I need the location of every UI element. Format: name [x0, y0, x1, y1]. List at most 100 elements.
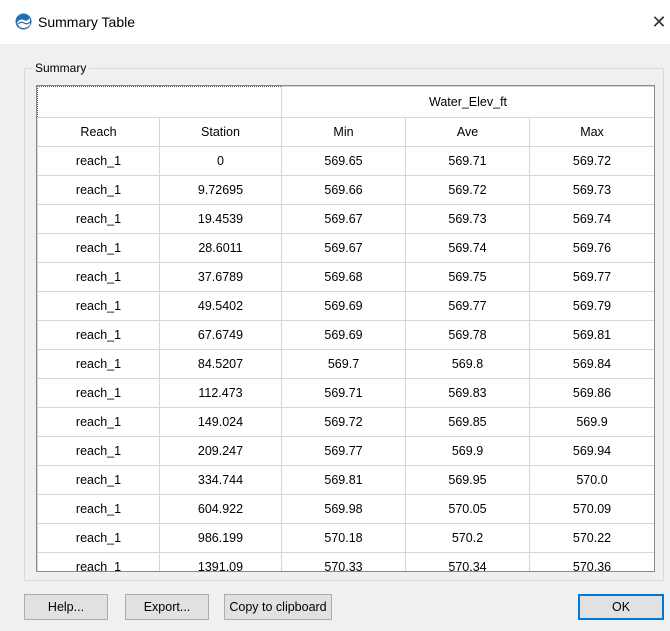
table-cell-min[interactable]: 569.77 [281, 436, 406, 466]
table-cell-ave[interactable]: 569.78 [405, 320, 530, 350]
table-row[interactable]: reach_1 209.247 569.77 569.9 569.94 [37, 436, 654, 466]
table-cell-max[interactable]: 570.36 [528, 552, 654, 571]
table-cell-station[interactable]: 84.5207 [159, 349, 282, 379]
table-cell-min[interactable]: 569.67 [281, 233, 406, 263]
table-cell-ave[interactable]: 569.8 [405, 349, 530, 379]
table-cell-station[interactable]: 67.6749 [159, 320, 282, 350]
table-cell-ave[interactable]: 569.95 [405, 465, 530, 495]
table-row[interactable]: reach_1 49.5402 569.69 569.77 569.79 [37, 291, 654, 321]
export-button[interactable]: Export... [125, 594, 209, 620]
table-cell-max[interactable]: 569.72 [528, 146, 654, 176]
table-cell-min[interactable]: 569.69 [281, 320, 406, 350]
column-header-max[interactable]: Max [528, 117, 654, 147]
table-cell-min[interactable]: 569.81 [281, 465, 406, 495]
table-cell-reach[interactable]: reach_1 [37, 291, 160, 321]
table-row[interactable]: reach_1 604.922 569.98 570.05 570.09 [37, 494, 654, 524]
table-cell-max[interactable]: 570.09 [528, 494, 654, 524]
summary-grid[interactable]: Water_Elev_ft Reach Station Min Ave Max reac… [36, 85, 655, 572]
table-cell-reach[interactable]: reach_1 [37, 523, 160, 553]
table-cell-reach[interactable]: reach_1 [37, 175, 160, 205]
table-cell-max[interactable]: 569.74 [528, 204, 654, 234]
table-cell-min[interactable]: 569.72 [281, 407, 406, 437]
table-cell-ave[interactable]: 569.73 [405, 204, 530, 234]
table-cell-reach[interactable]: reach_1 [37, 204, 160, 234]
table-cell-ave[interactable]: 569.74 [405, 233, 530, 263]
table-cell-station[interactable]: 19.4539 [159, 204, 282, 234]
table-cell-station[interactable]: 9.72695 [159, 175, 282, 205]
column-header-ave[interactable]: Ave [405, 117, 530, 147]
table-cell-station[interactable]: 334.744 [159, 465, 282, 495]
table-cell-station[interactable]: 149.024 [159, 407, 282, 437]
table-cell-min[interactable]: 569.67 [281, 204, 406, 234]
table-cell-reach[interactable]: reach_1 [37, 320, 160, 350]
table-cell-station[interactable]: 37.6789 [159, 262, 282, 292]
table-row[interactable]: reach_1 19.4539 569.67 569.73 569.74 [37, 204, 654, 234]
table-cell-max[interactable]: 569.76 [528, 233, 654, 263]
table-cell-reach[interactable]: reach_1 [37, 552, 160, 571]
table-row[interactable]: reach_1 334.744 569.81 569.95 570.0 [37, 465, 654, 495]
table-row[interactable]: reach_1 986.199 570.18 570.2 570.22 [37, 523, 654, 553]
copy-to-clipboard-button[interactable]: Copy to clipboard [224, 594, 332, 620]
table-cell-min[interactable]: 569.65 [281, 146, 406, 176]
table-cell-max[interactable]: 569.9 [528, 407, 654, 437]
table-cell-station[interactable]: 49.5402 [159, 291, 282, 321]
table-row[interactable]: reach_1 112.473 569.71 569.83 569.86 [37, 378, 654, 408]
table-cell-min[interactable]: 570.33 [281, 552, 406, 571]
table-cell-max[interactable]: 569.86 [528, 378, 654, 408]
column-header-station[interactable]: Station [159, 117, 282, 147]
table-cell-reach[interactable]: reach_1 [37, 436, 160, 466]
table-cell-ave[interactable]: 569.72 [405, 175, 530, 205]
table-cell-min[interactable]: 569.69 [281, 291, 406, 321]
table-cell-max[interactable]: 569.79 [528, 291, 654, 321]
table-cell-ave[interactable]: 569.85 [405, 407, 530, 437]
table-cell-station[interactable]: 1391.09 [159, 552, 282, 571]
table-cell-max[interactable]: 569.81 [528, 320, 654, 350]
column-header-reach[interactable]: Reach [37, 117, 160, 147]
table-cell-station[interactable]: 604.922 [159, 494, 282, 524]
table-cell-reach[interactable]: reach_1 [37, 378, 160, 408]
table-row[interactable]: reach_1 67.6749 569.69 569.78 569.81 [37, 320, 654, 350]
table-cell-ave[interactable]: 569.75 [405, 262, 530, 292]
table-row[interactable]: reach_1 28.6011 569.67 569.74 569.76 [37, 233, 654, 263]
table-cell-ave[interactable]: 569.71 [405, 146, 530, 176]
table-cell-ave[interactable]: 569.83 [405, 378, 530, 408]
column-header-min[interactable]: Min [281, 117, 406, 147]
table-row[interactable]: reach_1 149.024 569.72 569.85 569.9 [37, 407, 654, 437]
table-cell-reach[interactable]: reach_1 [37, 146, 160, 176]
table-row[interactable]: reach_1 0 569.65 569.71 569.72 [37, 146, 654, 176]
table-cell-ave[interactable]: 570.05 [405, 494, 530, 524]
table-cell-station[interactable]: 209.247 [159, 436, 282, 466]
table-cell-min[interactable]: 569.7 [281, 349, 406, 379]
table-cell-max[interactable]: 569.77 [528, 262, 654, 292]
table-cell-max[interactable]: 570.22 [528, 523, 654, 553]
table-cell-ave[interactable]: 570.2 [405, 523, 530, 553]
table-cell-min[interactable]: 569.66 [281, 175, 406, 205]
table-cell-station[interactable]: 112.473 [159, 378, 282, 408]
table-cell-reach[interactable]: reach_1 [37, 465, 160, 495]
table-cell-min[interactable]: 570.18 [281, 523, 406, 553]
table-cell-max[interactable]: 569.73 [528, 175, 654, 205]
table-cell-min[interactable]: 569.98 [281, 494, 406, 524]
table-row[interactable]: reach_1 9.72695 569.66 569.72 569.73 [37, 175, 654, 205]
table-cell-reach[interactable]: reach_1 [37, 407, 160, 437]
corner-cell[interactable] [37, 86, 282, 118]
table-cell-station[interactable]: 986.199 [159, 523, 282, 553]
table-cell-max[interactable]: 570.0 [528, 465, 654, 495]
table-cell-ave[interactable]: 569.9 [405, 436, 530, 466]
table-cell-station[interactable]: 0 [159, 146, 282, 176]
table-cell-station[interactable]: 28.6011 [159, 233, 282, 263]
table-row[interactable]: reach_1 1391.09 570.33 570.34 570.36 [37, 552, 654, 571]
help-button[interactable]: Help... [24, 594, 108, 620]
table-cell-min[interactable]: 569.71 [281, 378, 406, 408]
table-row[interactable]: reach_1 37.6789 569.68 569.75 569.77 [37, 262, 654, 292]
close-button[interactable]: ✕ [648, 0, 670, 44]
table-cell-ave[interactable]: 569.77 [405, 291, 530, 321]
table-cell-max[interactable]: 569.84 [528, 349, 654, 379]
table-row[interactable]: reach_1 84.5207 569.7 569.8 569.84 [37, 349, 654, 379]
table-cell-ave[interactable]: 570.34 [405, 552, 530, 571]
ok-button[interactable]: OK [578, 594, 664, 620]
table-cell-max[interactable]: 569.94 [528, 436, 654, 466]
table-cell-reach[interactable]: reach_1 [37, 233, 160, 263]
table-cell-min[interactable]: 569.68 [281, 262, 406, 292]
table-cell-reach[interactable]: reach_1 [37, 349, 160, 379]
